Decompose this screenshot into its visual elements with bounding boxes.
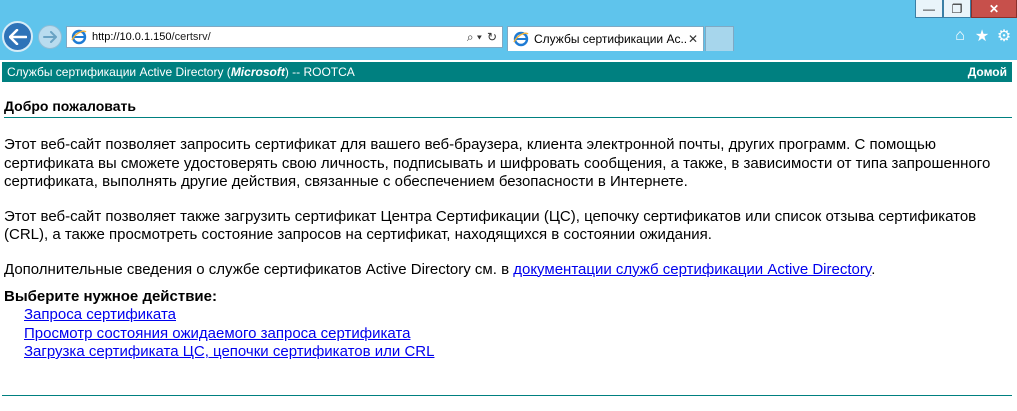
download-ca-certificate-link[interactable]: Загрузка сертификата ЦС, цепочки сертифи… — [24, 343, 1012, 362]
ie-tab-icon — [512, 30, 530, 48]
forward-arrow-icon — [43, 31, 57, 43]
window-controls: — ❐ ✕ — [915, 0, 1017, 20]
view-pending-request-link[interactable]: Просмотр состояния ожидаемого запроса се… — [24, 325, 1012, 344]
main-content: Добро пожаловать Этот веб-сайт позволяет… — [4, 88, 1012, 362]
back-button[interactable] — [2, 21, 33, 52]
banner-title-prefix: Службы сертификации Active Directory ( — [7, 65, 231, 79]
documentation-link[interactable]: документации служб сертификации Active D… — [513, 261, 871, 278]
banner-title-suffix: ) -- ROOTCA — [284, 65, 355, 79]
home-icon[interactable]: ⌂ — [951, 27, 969, 45]
banner-title: Службы сертификации Active Directory (Mi… — [7, 65, 355, 79]
search-dropdown-icon[interactable]: ⌕ ▾ — [467, 30, 482, 45]
intro-paragraph: Этот веб-сайт позволяет запросить сертиф… — [4, 136, 991, 190]
address-url[interactable]: http://10.0.1.150/certsrv/ — [92, 31, 467, 43]
page-title: Добро пожаловать — [4, 98, 136, 114]
home-link[interactable]: Домой — [968, 65, 1007, 79]
back-arrow-icon — [8, 28, 27, 45]
download-paragraph: Этот веб-сайт позволяет также загрузить … — [4, 207, 977, 244]
favorites-star-icon[interactable]: ★ — [973, 27, 991, 45]
refresh-icon[interactable]: ↻ — [487, 30, 497, 44]
close-window-button[interactable]: ✕ — [971, 0, 1017, 18]
info-text: Дополнительные сведения о службе сертифи… — [4, 260, 514, 278]
choose-action-heading: Выберите нужное действие: — [4, 288, 217, 305]
tab-title: Службы сертификации Ac... — [534, 32, 688, 46]
action-list: Запроса сертификата Просмотр состояния о… — [24, 306, 1012, 362]
settings-gear-icon[interactable]: ⚙ — [995, 27, 1013, 45]
request-certificate-link[interactable]: Запроса сертификата — [24, 306, 1012, 325]
bottom-divider — [2, 395, 1012, 396]
ie-page-icon — [70, 28, 88, 46]
url-path: /certsrv/ — [171, 31, 211, 43]
browser-toolbar: — ❐ ✕ http://10.0.1.150/certsrv/ ⌕ ▾ ↻ С… — [0, 0, 1017, 60]
minimize-button[interactable]: — — [915, 0, 943, 18]
browser-tab-active[interactable]: Службы сертификации Ac... ✕ — [507, 26, 704, 51]
restore-button[interactable]: ❐ — [943, 0, 971, 18]
new-tab-button[interactable] — [705, 26, 734, 51]
info-end: . — [871, 260, 876, 278]
address-bar[interactable]: http://10.0.1.150/certsrv/ ⌕ ▾ ↻ — [66, 26, 503, 48]
tab-close-icon[interactable]: ✕ — [688, 32, 698, 46]
forward-button[interactable] — [38, 25, 62, 49]
toolbar-icons: ⌂ ★ ⚙ — [951, 27, 1013, 45]
title-divider — [4, 117, 1012, 118]
page-banner: Службы сертификации Active Directory (Mi… — [2, 62, 1012, 82]
info-paragraph: Дополнительные сведения о службе сертифи… — [4, 261, 1012, 280]
banner-vendor: Microsoft — [230, 65, 285, 79]
url-host: http://10.0.1.150 — [92, 31, 172, 43]
